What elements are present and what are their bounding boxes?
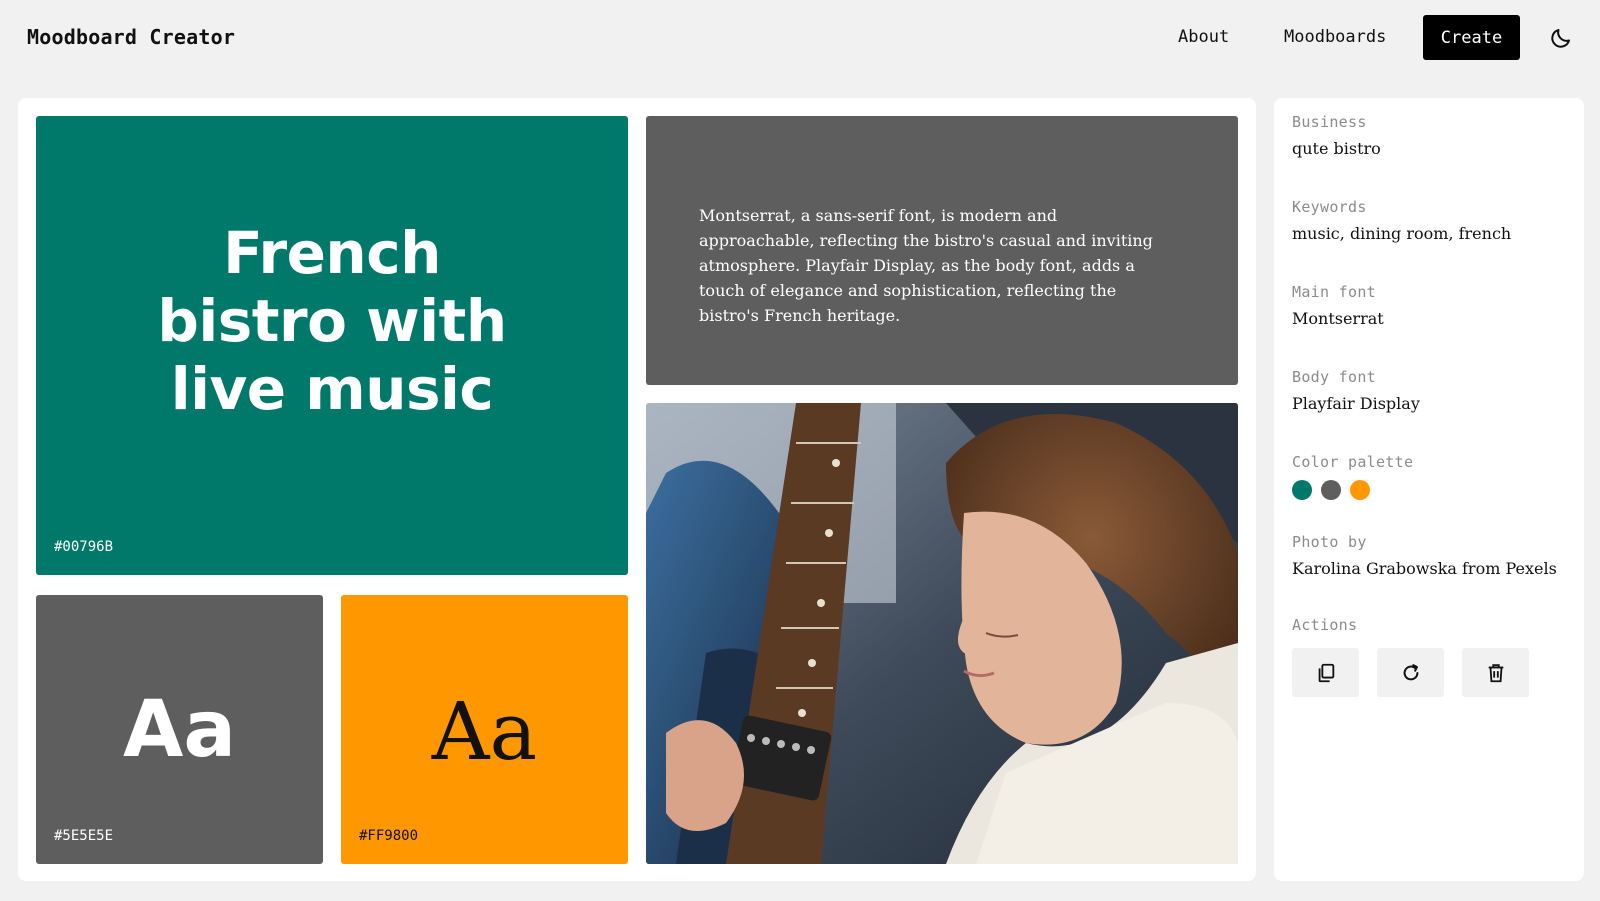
copy-icon bbox=[1318, 663, 1334, 682]
secondary-hex-label: #5E5E5E bbox=[54, 828, 114, 844]
refresh-icon bbox=[1403, 663, 1418, 680]
color-palette-label: Color palette bbox=[1292, 453, 1414, 471]
accent-swatch-tile: Aa #FF9800 bbox=[341, 595, 628, 864]
business-label: Business bbox=[1292, 113, 1367, 131]
headline-tile: French bistro with live music #00796B bbox=[36, 116, 628, 575]
nav-moodboards-link[interactable]: Moodboards bbox=[1284, 27, 1386, 47]
palette-swatch-primary[interactable] bbox=[1292, 480, 1312, 500]
photo-credit-field: Photo by Karolina Grabowska from Pexels bbox=[1292, 533, 1557, 578]
primary-hex-label: #00796B bbox=[54, 539, 114, 555]
main-font-field: Main font Montserrat bbox=[1292, 283, 1384, 328]
copy-button[interactable] bbox=[1292, 648, 1359, 697]
moodboard-details-panel: Business qute bistro Keywords music, din… bbox=[1274, 98, 1584, 881]
font-description-tile: Montserrat, a sans-serif font, is modern… bbox=[646, 116, 1238, 385]
action-buttons bbox=[1292, 648, 1529, 697]
delete-button[interactable] bbox=[1462, 648, 1529, 697]
photo-credit-label: Photo by bbox=[1292, 533, 1367, 551]
nav-about-link[interactable]: About bbox=[1178, 27, 1229, 47]
actions-field: Actions bbox=[1292, 616, 1529, 697]
secondary-swatch-tile: Aa #5E5E5E bbox=[36, 595, 323, 864]
body-font-label: Body font bbox=[1292, 368, 1376, 386]
app-title[interactable]: Moodboard Creator bbox=[27, 25, 235, 49]
keywords-field: Keywords music, dining room, french bbox=[1292, 198, 1511, 243]
moodboard: French bistro with live music #00796B Mo… bbox=[18, 98, 1256, 881]
photo-credit-value: Karolina Grabowska from Pexels bbox=[1292, 559, 1557, 578]
main-font-value: Montserrat bbox=[1292, 309, 1384, 328]
font-description-text: Montserrat, a sans-serif font, is modern… bbox=[699, 206, 1153, 325]
body-font-sample: Aa bbox=[431, 685, 538, 778]
trash-icon bbox=[1488, 663, 1503, 682]
color-palette-field: Color palette bbox=[1292, 453, 1413, 500]
accent-hex-label: #FF9800 bbox=[359, 828, 419, 844]
actions-label: Actions bbox=[1292, 616, 1358, 634]
moon-icon[interactable] bbox=[1549, 26, 1573, 50]
main-font-sample: Aa bbox=[122, 685, 236, 775]
guitarist-photo bbox=[646, 403, 1238, 864]
keywords-value: music, dining room, french bbox=[1292, 224, 1512, 243]
color-palette bbox=[1292, 480, 1413, 500]
main-font-label: Main font bbox=[1292, 283, 1376, 301]
palette-swatch-secondary[interactable] bbox=[1321, 480, 1341, 500]
business-field: Business qute bistro bbox=[1292, 113, 1381, 158]
body-font-field: Body font Playfair Display bbox=[1292, 368, 1420, 413]
top-navigation: Moodboard Creator About Moodboards Creat… bbox=[0, 0, 1600, 76]
photo-tile bbox=[646, 403, 1238, 864]
business-value: qute bistro bbox=[1292, 139, 1381, 158]
keywords-label: Keywords bbox=[1292, 198, 1367, 216]
headline-text: French bistro with live music bbox=[157, 218, 507, 423]
regenerate-button[interactable] bbox=[1377, 648, 1444, 697]
palette-swatch-accent[interactable] bbox=[1350, 480, 1370, 500]
body-font-value: Playfair Display bbox=[1292, 394, 1420, 413]
create-button[interactable]: Create bbox=[1423, 15, 1520, 60]
